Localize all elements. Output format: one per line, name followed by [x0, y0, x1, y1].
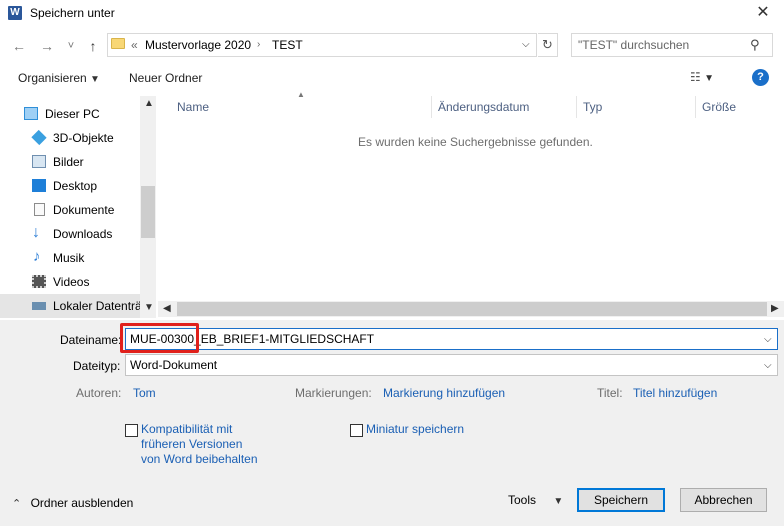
- column-divider[interactable]: [576, 96, 577, 118]
- breadcrumb-separator-icon: ›: [257, 39, 261, 50]
- chevron-up-icon: ⌃: [12, 498, 22, 510]
- column-header-size[interactable]: Größe: [702, 100, 736, 114]
- music-icon: ♪: [33, 248, 41, 265]
- title-link[interactable]: Titel hinzufügen: [633, 386, 717, 400]
- word-app-icon: W: [8, 6, 22, 20]
- sidebar-item-downloads[interactable]: ↓ Downloads: [0, 222, 140, 246]
- authors-value[interactable]: Tom: [133, 386, 156, 400]
- hide-folders-label: Ordner ausblenden: [30, 496, 134, 510]
- scroll-down-icon[interactable]: ▼: [144, 302, 154, 313]
- download-icon: ↓: [32, 224, 40, 241]
- organize-label: Organisieren: [18, 71, 87, 85]
- forward-button[interactable]: →: [38, 37, 56, 55]
- hide-folders-button[interactable]: ⌃ Ordner ausblenden: [12, 496, 133, 510]
- scroll-right-icon[interactable]: ▶: [771, 303, 779, 314]
- close-icon[interactable]: ✕: [748, 2, 778, 24]
- breadcrumb-item-mustervorlage[interactable]: Mustervorlage 2020: [145, 38, 251, 52]
- search-placeholder: "TEST" durchsuchen: [578, 38, 690, 52]
- compatibility-line-1: Kompatibilität mit: [141, 422, 233, 436]
- new-folder-button[interactable]: Neuer Ordner: [129, 71, 202, 85]
- authors-label: Autoren:: [76, 386, 122, 400]
- sort-ascending-icon: ▲: [297, 90, 305, 99]
- tags-link[interactable]: Markierung hinzufügen: [383, 386, 505, 400]
- back-button[interactable]: ←: [10, 37, 28, 55]
- sidebar-item-3d-objects[interactable]: 3D-Objekte: [0, 126, 140, 150]
- tools-label: Tools: [508, 493, 537, 507]
- sidebar-item-documents[interactable]: Dokumente: [0, 198, 140, 222]
- up-button[interactable]: ↑: [84, 37, 102, 55]
- pc-icon: [24, 107, 38, 120]
- column-header-type[interactable]: Typ: [583, 100, 602, 114]
- save-button[interactable]: Speichern: [577, 488, 665, 512]
- filetype-label: Dateityp:: [73, 359, 121, 373]
- navigation-pane: Dieser PC 3D-Objekte Bilder Desktop Doku…: [0, 96, 156, 318]
- column-header-date[interactable]: Änderungsdatum: [438, 100, 529, 114]
- cancel-button[interactable]: Abbrechen: [680, 488, 767, 512]
- title-label: Titel:: [597, 386, 623, 400]
- sidebar-item-label: Downloads: [53, 227, 113, 241]
- compatibility-line-2: früheren Versionen: [141, 437, 243, 451]
- filetype-select[interactable]: [125, 354, 778, 376]
- filetype-dropdown-icon[interactable]: ⌵: [764, 360, 772, 371]
- sidebar-scroll-thumb[interactable]: [141, 186, 155, 238]
- scroll-up-icon[interactable]: ▲: [144, 98, 154, 109]
- sidebar-item-label: Dieser PC: [45, 107, 100, 121]
- scroll-left-icon[interactable]: ◀: [163, 303, 171, 314]
- video-icon: [32, 275, 46, 288]
- cube-icon: [31, 129, 47, 146]
- sidebar-item-label: Musik: [53, 251, 85, 265]
- empty-results-message: Es wurden keine Suchergebnisse gefunden.: [358, 135, 593, 149]
- horizontal-scroll-thumb[interactable]: [177, 302, 767, 316]
- breadcrumb-overflow[interactable]: «: [131, 38, 138, 52]
- sidebar-item-label: Lokaler Datenträ: [53, 299, 142, 313]
- thumbnail-checkbox[interactable]: [350, 424, 363, 437]
- window-title: Speichern unter: [30, 6, 115, 20]
- title-bar: [0, 0, 784, 28]
- breadcrumb-item-test[interactable]: TEST: [272, 38, 303, 52]
- sidebar-item-pictures[interactable]: Bilder: [0, 150, 140, 174]
- column-header-name[interactable]: Name: [177, 100, 209, 114]
- filetype-value: Word-Dokument: [130, 358, 218, 372]
- sidebar-item-local-drive[interactable]: Lokaler Datenträ: [0, 294, 142, 318]
- compatibility-label[interactable]: Kompatibilität mit früheren Versionen vo…: [141, 422, 258, 467]
- documents-icon: [34, 203, 45, 216]
- refresh-button[interactable]: ↻: [538, 33, 558, 57]
- desktop-icon: [32, 179, 46, 192]
- sidebar-item-this-pc[interactable]: Dieser PC: [0, 102, 140, 126]
- sidebar-item-label: Bilder: [53, 155, 84, 169]
- drive-icon: [32, 302, 46, 310]
- folder-icon: [111, 38, 125, 49]
- tags-label: Markierungen:: [295, 386, 372, 400]
- column-divider[interactable]: [695, 96, 696, 118]
- recent-locations-button[interactable]: ˅: [62, 37, 80, 55]
- view-chevron-icon: ▼: [704, 73, 714, 84]
- sidebar-item-label: Videos: [53, 275, 90, 289]
- pictures-icon: [32, 155, 46, 168]
- sidebar-item-desktop[interactable]: Desktop: [0, 174, 140, 198]
- organize-button[interactable]: Organisieren ▼: [18, 71, 100, 85]
- compatibility-line-3: von Word beibehalten: [141, 452, 258, 466]
- refresh-icon: ↻: [542, 37, 553, 52]
- view-options-icon[interactable]: ☷ ▼: [690, 70, 714, 84]
- sidebar-item-label: 3D-Objekte: [53, 131, 114, 145]
- search-icon[interactable]: ⚲: [750, 37, 760, 53]
- tools-button[interactable]: Tools ▼: [508, 493, 563, 507]
- help-button[interactable]: ?: [752, 69, 769, 86]
- chevron-down-icon: ▼: [90, 74, 100, 85]
- sidebar-item-music[interactable]: ♪ Musik: [0, 246, 140, 270]
- tools-chevron-icon: ▼: [553, 496, 564, 507]
- compatibility-checkbox[interactable]: [125, 424, 138, 437]
- thumbnail-label[interactable]: Miniatur speichern: [366, 422, 464, 437]
- sidebar-item-label: Dokumente: [53, 203, 115, 217]
- sidebar-item-label: Desktop: [53, 179, 98, 193]
- highlight-annotation: [120, 323, 199, 353]
- column-divider[interactable]: [431, 96, 432, 118]
- sidebar-item-videos[interactable]: Videos: [0, 270, 140, 294]
- filename-dropdown-icon[interactable]: ⌵: [764, 334, 772, 345]
- filename-label: Dateiname:: [60, 333, 122, 347]
- address-dropdown-icon[interactable]: ⌵: [522, 39, 530, 50]
